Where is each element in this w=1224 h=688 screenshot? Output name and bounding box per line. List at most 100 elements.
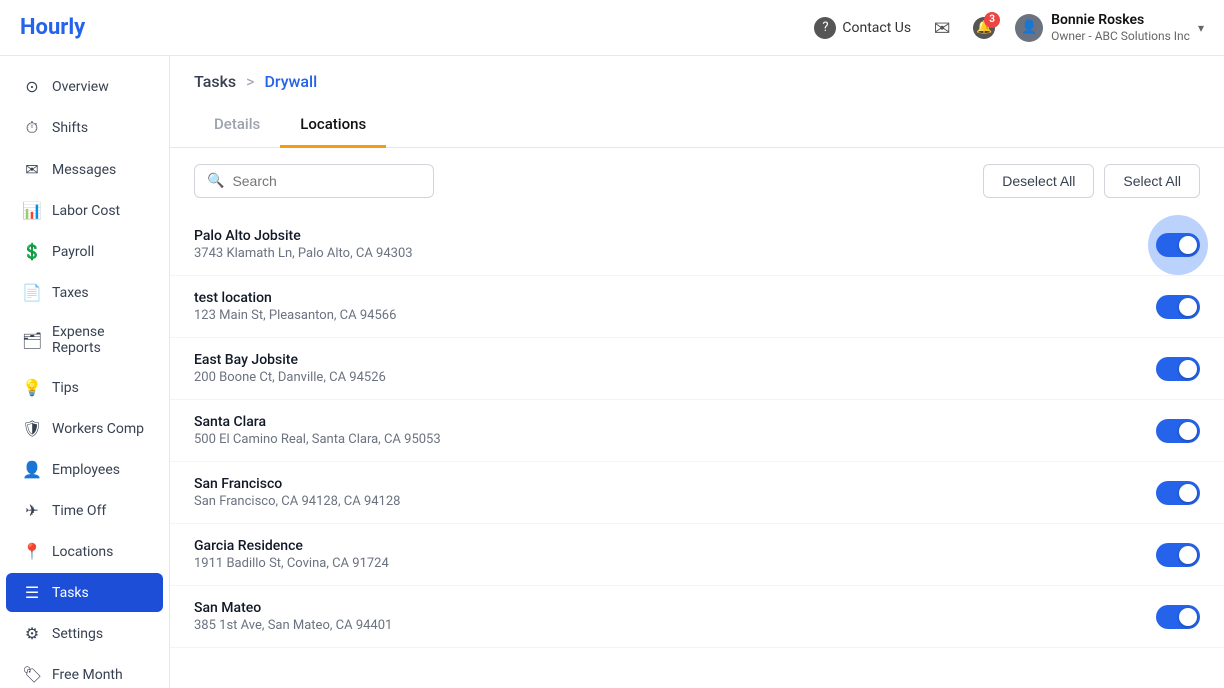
location-toggle[interactable] xyxy=(1156,481,1200,505)
main-content: Tasks > Drywall Details Locations 🔍 Dese… xyxy=(170,56,1224,688)
search-icon: 🔍 xyxy=(207,173,224,189)
location-address: 3743 Klamath Ln, Palo Alto, CA 94303 xyxy=(194,246,413,261)
toolbar-buttons: Deselect All Select All xyxy=(983,164,1200,198)
sidebar-item-label: Labor Cost xyxy=(52,203,120,219)
sidebar-item-label: Expense Reports xyxy=(52,324,147,356)
sidebar-item-employees[interactable]: 👤 Employees xyxy=(6,450,163,489)
list-item: Palo Alto Jobsite 3743 Klamath Ln, Palo A… xyxy=(170,214,1224,276)
employees-icon: 👤 xyxy=(22,460,42,479)
location-toggle[interactable] xyxy=(1156,605,1200,629)
sidebar-item-tasks[interactable]: ☰ Tasks xyxy=(6,573,163,612)
sidebar-item-overview[interactable]: ⊙ Overview xyxy=(6,67,163,106)
overview-icon: ⊙ xyxy=(22,77,42,96)
chevron-down-icon: ▾ xyxy=(1198,21,1204,35)
messages-icon: ✉ xyxy=(22,160,42,179)
list-item: Santa Clara 500 El Camino Real, Santa Cla… xyxy=(170,400,1224,462)
list-item: test location123 Main St, Pleasanton, CA… xyxy=(170,276,1224,338)
notifications-icon[interactable]: 🔔 3 xyxy=(973,17,995,39)
shifts-icon: ⏱ xyxy=(22,118,42,138)
tab-details[interactable]: Details xyxy=(194,103,280,148)
location-address: 1911 Badillo St, Covina, CA 91724 xyxy=(194,556,389,571)
location-name: San Mateo xyxy=(194,600,392,616)
breadcrumb: Tasks > Drywall xyxy=(170,56,1224,91)
sidebar-item-free-month[interactable]: 🏷 Free Month xyxy=(6,655,163,688)
deselect-all-button[interactable]: Deselect All xyxy=(983,164,1094,198)
expense-reports-icon: 🗂 xyxy=(22,331,42,350)
locations-list: Palo Alto Jobsite 3743 Klamath Ln, Palo A… xyxy=(170,214,1224,688)
tasks-icon: ☰ xyxy=(22,583,42,602)
tips-icon: 💡 xyxy=(22,378,42,397)
sidebar-item-label: Shifts xyxy=(52,120,88,136)
contact-us-button[interactable]: ? Contact Us xyxy=(814,17,911,39)
sidebar-item-messages[interactable]: ✉ Messages xyxy=(6,150,163,189)
user-role: Owner - ABC Solutions Inc xyxy=(1051,29,1190,45)
list-item: San Mateo 385 1st Ave, San Mateo, CA 9440… xyxy=(170,586,1224,648)
content-area: 🔍 Deselect All Select All Palo Alto Jobs… xyxy=(170,148,1224,688)
payroll-icon: 💲 xyxy=(22,242,42,261)
breadcrumb-current: Drywall xyxy=(264,72,317,91)
breadcrumb-parent[interactable]: Tasks xyxy=(194,72,236,91)
sidebar-item-locations[interactable]: 📍 Locations xyxy=(6,532,163,571)
list-item: San Francisco San Francisco, CA 94128, CA… xyxy=(170,462,1224,524)
sidebar-item-label: Locations xyxy=(52,544,113,560)
location-address: 123 Main St, Pleasanton, CA 94566 xyxy=(194,308,396,323)
tab-locations[interactable]: Locations xyxy=(280,103,386,148)
location-toggle[interactable] xyxy=(1156,543,1200,567)
location-name: Santa Clara xyxy=(194,414,441,430)
sidebar-item-settings[interactable]: ⚙ Settings xyxy=(6,614,163,653)
location-address: 500 El Camino Real, Santa Clara, CA 9505… xyxy=(194,432,441,447)
sidebar-item-workers-comp[interactable]: 🛡 Workers Comp xyxy=(6,409,163,448)
location-name: Garcia Residence xyxy=(194,538,389,554)
search-input[interactable] xyxy=(232,173,421,189)
location-name: San Francisco xyxy=(194,476,400,492)
location-toggle[interactable] xyxy=(1156,295,1200,319)
sidebar-item-expense-reports[interactable]: 🗂 Expense Reports xyxy=(6,314,163,366)
locations-icon: 📍 xyxy=(22,542,42,561)
sidebar-item-tips[interactable]: 💡 Tips xyxy=(6,368,163,407)
search-box[interactable]: 🔍 xyxy=(194,164,434,198)
header: Hourly ? Contact Us ✉ 🔔 3 👤 Bonnie Roske… xyxy=(0,0,1224,56)
breadcrumb-separator: > xyxy=(246,72,254,91)
sidebar-item-payroll[interactable]: 💲 Payroll xyxy=(6,232,163,271)
sidebar-item-shifts[interactable]: ⏱ Shifts xyxy=(6,108,163,148)
sidebar-item-label: Settings xyxy=(52,626,103,642)
list-item: Garcia Residence 1911 Badillo St, Covina,… xyxy=(170,524,1224,586)
app-body: ⊙ Overview ⏱ Shifts ✉ Messages 📊 Labor C… xyxy=(0,56,1224,688)
labor-cost-icon: 📊 xyxy=(22,201,42,220)
sidebar-item-time-off[interactable]: ✈ Time Off xyxy=(6,491,163,530)
notifications-badge: 3 xyxy=(984,12,1000,28)
location-toggle[interactable] xyxy=(1156,233,1200,257)
location-address: San Francisco, CA 94128, CA 94128 xyxy=(194,494,400,509)
sidebar-item-label: Workers Comp xyxy=(52,421,144,437)
sidebar-item-label: Messages xyxy=(52,162,116,178)
location-address: 200 Boone Ct, Danville, CA 94526 xyxy=(194,370,386,385)
location-name: East Bay Jobsite xyxy=(194,352,386,368)
sidebar-item-label: Time Off xyxy=(52,503,106,519)
user-menu[interactable]: 👤 Bonnie Roskes Owner - ABC Solutions In… xyxy=(1015,11,1204,45)
header-right: ? Contact Us ✉ 🔔 3 👤 Bonnie Roskes Owner… xyxy=(814,11,1204,45)
tabs: Details Locations xyxy=(170,103,1224,148)
sidebar-item-taxes[interactable]: 📄 Taxes xyxy=(6,273,163,312)
sidebar-item-label: Tips xyxy=(52,380,79,396)
app-logo: Hourly xyxy=(20,15,85,40)
list-item: East Bay Jobsite 200 Boone Ct, Danville, … xyxy=(170,338,1224,400)
workers-comp-icon: 🛡 xyxy=(22,419,42,438)
location-toggle[interactable] xyxy=(1156,419,1200,443)
settings-icon: ⚙ xyxy=(22,624,42,643)
select-all-button[interactable]: Select All xyxy=(1104,164,1200,198)
location-name: Palo Alto Jobsite xyxy=(194,228,413,244)
sidebar: ⊙ Overview ⏱ Shifts ✉ Messages 📊 Labor C… xyxy=(0,56,170,688)
sidebar-item-labor-cost[interactable]: 📊 Labor Cost xyxy=(6,191,163,230)
sidebar-item-label: Payroll xyxy=(52,244,94,260)
sidebar-item-label: Taxes xyxy=(52,285,89,301)
sidebar-item-label: Free Month xyxy=(52,667,123,683)
messages-icon[interactable]: ✉ xyxy=(931,17,953,39)
time-off-icon: ✈ xyxy=(22,501,42,520)
taxes-icon: 📄 xyxy=(22,283,42,302)
avatar: 👤 xyxy=(1015,14,1043,42)
sidebar-item-label: Employees xyxy=(52,462,120,478)
location-address: 385 1st Ave, San Mateo, CA 94401 xyxy=(194,618,392,633)
location-toggle[interactable] xyxy=(1156,357,1200,381)
help-icon: ? xyxy=(814,17,836,39)
free-month-icon: 🏷 xyxy=(22,665,42,684)
